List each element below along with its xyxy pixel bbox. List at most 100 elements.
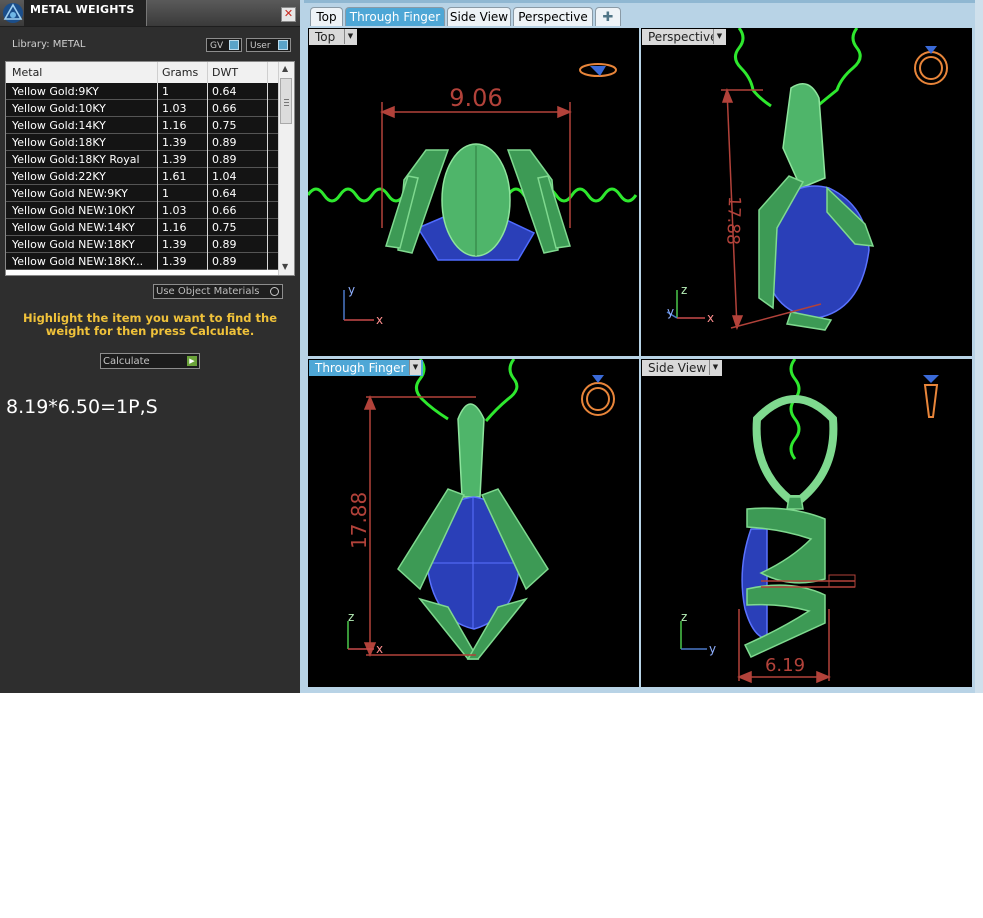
cell-dwt: 0.89 [212, 255, 237, 268]
column-divider [207, 185, 208, 202]
view-tab-bar: Top Through Finger Side View Perspective… [307, 7, 967, 27]
calculate-label: Calculate [103, 356, 150, 367]
use-object-materials-label: Use Object Materials [156, 286, 260, 297]
viewport-label-through-finger[interactable]: Through Finger [309, 360, 423, 376]
cell-dwt: 0.75 [212, 221, 237, 234]
axis-z-label: z [681, 610, 687, 624]
table-row[interactable]: Yellow Gold NEW:18KY... 1.39 0.89 [6, 253, 278, 270]
column-divider [207, 202, 208, 219]
column-divider [207, 100, 208, 117]
column-divider [207, 168, 208, 185]
column-divider [207, 62, 208, 83]
tab-through-finger[interactable]: Through Finger [345, 7, 445, 26]
tab-top[interactable]: Top [310, 7, 343, 26]
scroll-thumb[interactable] [280, 78, 292, 124]
cell-grams: 1.03 [162, 102, 187, 115]
cell-metal: Yellow Gold:18KY Royal [12, 153, 140, 166]
cell-metal: Yellow Gold NEW:18KY... [12, 255, 144, 268]
table-row[interactable]: Yellow Gold:22KY 1.61 1.04 [6, 168, 278, 185]
perspective-view-canvas: 17.88 z x y [666, 28, 948, 331]
table-row[interactable]: Yellow Gold:10KY 1.03 0.66 [6, 100, 278, 117]
tab-side-view[interactable]: Side View [447, 7, 511, 26]
cell-dwt: 0.64 [212, 85, 237, 98]
table-scrollbar[interactable]: ▲ ▼ [278, 62, 294, 275]
chain-graphic [789, 359, 801, 460]
metal-table: Metal Grams DWT Yellow Gold:9KY 1 0.64 Yell… [5, 61, 295, 276]
table-row[interactable]: Yellow Gold NEW:9KY 1 0.64 [6, 185, 278, 202]
column-divider [267, 134, 268, 151]
column-divider [157, 134, 158, 151]
gem-view-icon [923, 375, 939, 383]
cell-grams: 1.39 [162, 255, 187, 268]
user-toggle-button[interactable]: User [246, 38, 291, 52]
dimension-depth: 6.19 [765, 655, 805, 676]
column-divider [157, 236, 158, 253]
table-row[interactable]: Yellow Gold NEW:10KY 1.03 0.66 [6, 202, 278, 219]
column-divider [267, 219, 268, 236]
bail-graphic [457, 403, 485, 498]
add-tab-button[interactable]: ✚ [595, 7, 621, 26]
cell-grams: 1.39 [162, 153, 187, 166]
through-finger-view-canvas: 17.88 z x [347, 359, 615, 660]
viewport-menu-arrow-icon[interactable]: ▼ [713, 29, 725, 44]
table-row[interactable]: Yellow Gold NEW:14KY 1.16 0.75 [6, 219, 278, 236]
right-edge [975, 0, 983, 693]
ring-view-icon [581, 382, 615, 416]
viewport-menu-arrow-icon[interactable]: ▼ [344, 29, 356, 44]
cell-dwt: 0.89 [212, 136, 237, 149]
app-logo-icon [3, 3, 23, 23]
metal-weights-panel: METAL WEIGHTS ✕ Library: METAL GV User M… [0, 0, 300, 693]
column-header-metal[interactable]: Metal [12, 66, 42, 79]
scroll-up-arrow-icon[interactable]: ▲ [282, 64, 288, 73]
viewport-top[interactable]: 9.06 y x Top ▼ [308, 28, 639, 356]
column-divider [207, 117, 208, 134]
table-row[interactable]: Yellow Gold:14KY 1.16 0.75 [6, 117, 278, 134]
viewport-side-view[interactable]: 6.19 z y Side View ▼ [641, 359, 972, 687]
column-divider [157, 151, 158, 168]
column-divider [267, 117, 268, 134]
calculate-button[interactable]: Calculate ▶ [100, 353, 200, 369]
gv-toggle-button[interactable]: GV [206, 38, 242, 52]
cell-metal: Yellow Gold:10KY [12, 102, 106, 115]
side-view-canvas: 6.19 z y [680, 359, 939, 684]
bail-graphic [752, 395, 838, 503]
play-arrow-icon: ▶ [187, 356, 197, 366]
viewport-perspective[interactable]: 17.88 z x y Perspective ▼ [641, 28, 972, 356]
gem-graphic [741, 528, 768, 640]
table-row[interactable]: Yellow Gold NEW:18KY 1.39 0.89 [6, 236, 278, 253]
axis-x-label: x [707, 311, 714, 325]
viewport-menu-arrow-icon[interactable]: ▼ [409, 360, 421, 375]
instruction-text: Highlight the item you want to find the … [23, 311, 277, 338]
column-divider [157, 83, 158, 100]
column-divider [267, 83, 268, 100]
column-header-dwt[interactable]: DWT [212, 66, 238, 79]
axis-z-label: z [348, 610, 354, 624]
table-row[interactable]: Yellow Gold:9KY 1 0.64 [6, 83, 278, 100]
table-row[interactable]: Yellow Gold:18KY Royal 1.39 0.89 [6, 151, 278, 168]
column-divider [157, 168, 158, 185]
viewport-menu-arrow-icon[interactable]: ▼ [709, 360, 721, 375]
toggle-icon [229, 40, 239, 50]
close-button[interactable]: ✕ [281, 7, 296, 22]
viewport-through-finger[interactable]: 17.88 z x Through Finger ▼ [308, 359, 639, 687]
column-header-grams[interactable]: Grams [162, 66, 198, 79]
top-rule [304, 0, 976, 3]
column-divider [157, 219, 158, 236]
column-divider [207, 151, 208, 168]
cell-metal: Yellow Gold NEW:18KY [12, 238, 135, 251]
toggle-icon [278, 40, 288, 50]
axis-x-label: x [376, 642, 383, 656]
cell-metal: Yellow Gold:22KY [12, 170, 106, 183]
cell-dwt: 0.66 [212, 102, 237, 115]
cell-grams: 1 [162, 85, 169, 98]
panel-title: METAL WEIGHTS [30, 3, 135, 16]
tab-perspective[interactable]: Perspective [513, 7, 593, 26]
ring-view-icon [923, 384, 939, 418]
axis-x-label: x [376, 313, 383, 327]
scroll-down-arrow-icon[interactable]: ▼ [282, 262, 288, 271]
axis-y-label: y [667, 305, 674, 319]
use-object-materials-toggle[interactable]: Use Object Materials [153, 284, 283, 299]
table-row[interactable]: Yellow Gold:18KY 1.39 0.89 [6, 134, 278, 151]
panel-titlebar: METAL WEIGHTS ✕ [0, 0, 300, 27]
column-divider [157, 253, 158, 270]
